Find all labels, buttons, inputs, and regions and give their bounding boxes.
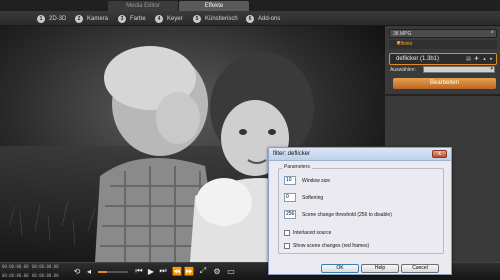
dialog-titlebar[interactable]: filter: deflicker x: [269, 148, 451, 161]
frame-back-icon[interactable]: ⏪: [172, 266, 182, 276]
category-label: Keyer: [167, 15, 183, 22]
filter-dialog: filter: deflicker x Parameters 10 Window…: [268, 147, 452, 275]
category-label: Add-ons: [258, 15, 281, 22]
dialog-title: filter: deflicker: [273, 151, 311, 157]
category-add-ons[interactable]: 6 Add-ons: [246, 14, 280, 23]
timecode: 00:00:00.00: [32, 273, 59, 278]
bearbeiten-button[interactable]: Bearbeiten: [393, 78, 496, 89]
ok-button[interactable]: OK: [321, 264, 359, 273]
top-tab-bar: Media Editor Effekte: [0, 0, 500, 11]
play-icon[interactable]: ▶: [146, 266, 156, 276]
timecode: 00:00:00.00: [2, 264, 29, 269]
category-label: Künstlerisch: [205, 15, 238, 22]
loop-icon[interactable]: ⟲: [72, 266, 82, 276]
category-keyer[interactable]: 4 Keyer: [155, 14, 183, 23]
window-size-label: Window size: [302, 178, 331, 184]
interlaced-checkbox[interactable]: [284, 230, 290, 236]
category-label: Kamera: [87, 15, 109, 22]
scrubber-progress: [98, 271, 107, 273]
category-number-4: 4: [155, 14, 163, 23]
frame-forward-icon[interactable]: ⏩: [184, 266, 194, 276]
parameters-group-label: Parameters: [282, 164, 312, 170]
category-number-2: 2: [75, 14, 83, 23]
volume-icon[interactable]: ◂: [84, 266, 94, 276]
help-button[interactable]: Help: [361, 264, 399, 273]
effekte-section-header[interactable]: Effekte: [389, 40, 497, 49]
timecode: 00:00:00.00: [2, 273, 29, 278]
category-kamera[interactable]: 2 Kamera: [75, 14, 108, 23]
show-scene-changes-label: Show scene changes (red frames): [293, 243, 370, 249]
effect-name: deflicker (1.3b1): [396, 56, 440, 62]
close-button[interactable]: x: [432, 150, 447, 158]
window-size-input[interactable]: 10: [284, 176, 296, 185]
tab-media-editor[interactable]: Media Editor: [108, 1, 178, 11]
clip-header: 38.MPG ×: [389, 29, 497, 38]
settings-icon[interactable]: ⚙: [212, 266, 222, 276]
scene-threshold-input[interactable]: 256: [284, 210, 296, 219]
clip-title: 38.MPG: [393, 31, 412, 37]
move-up-icon[interactable]: ▴: [482, 57, 487, 62]
interlaced-label: Interlaced source: [293, 230, 332, 236]
effect-list-item[interactable]: deflicker (1.3b1) ▤ ✚ ▴ ▸: [389, 53, 497, 65]
auswahlen-label: Auswählen:: [390, 67, 416, 73]
category-farbe[interactable]: 3 Farbe: [118, 14, 146, 23]
add-icon[interactable]: ✚: [474, 57, 479, 62]
category-number-3: 3: [118, 14, 126, 23]
category-label: Farbe: [130, 15, 146, 22]
category-number-5: 5: [193, 14, 201, 23]
skip-forward-icon[interactable]: ⏭: [158, 266, 168, 276]
timecode: 00:00:00.00: [32, 264, 59, 269]
category-label: 2D-3D: [49, 15, 67, 22]
softening-input[interactable]: 0: [284, 193, 296, 202]
jog-scrubber[interactable]: [98, 271, 128, 273]
chevron-down-icon: ▾: [490, 66, 493, 72]
softening-label: Softening: [302, 195, 324, 201]
category-number-1: 1: [37, 14, 45, 23]
category-2d-3d[interactable]: 1 2D-3D: [37, 14, 66, 23]
skip-back-icon[interactable]: ⏮: [134, 266, 144, 276]
fullscreen-icon[interactable]: ⤢: [198, 266, 208, 276]
category-kuenstlerisch[interactable]: 5 Künstlerisch: [193, 14, 238, 23]
effect-category-bar: 1 2D-3D 2 Kamera 3 Farbe 4 Keyer 5 Künst…: [0, 11, 500, 26]
close-icon[interactable]: ×: [490, 30, 494, 36]
auswahlen-select[interactable]: ▾: [423, 66, 495, 73]
tab-effekte[interactable]: Effekte: [179, 1, 249, 11]
scene-threshold-label: Scene change threshold (256 to disable): [302, 212, 392, 218]
show-scene-changes-checkbox[interactable]: [284, 243, 290, 249]
cancel-button[interactable]: Cancel: [401, 264, 439, 273]
category-number-6: 6: [246, 14, 254, 23]
move-down-icon[interactable]: ▸: [489, 57, 494, 62]
trash-icon[interactable]: ▤: [466, 57, 471, 62]
section-label: Effekte: [397, 41, 413, 47]
layout-icon[interactable]: ▭: [226, 266, 236, 276]
